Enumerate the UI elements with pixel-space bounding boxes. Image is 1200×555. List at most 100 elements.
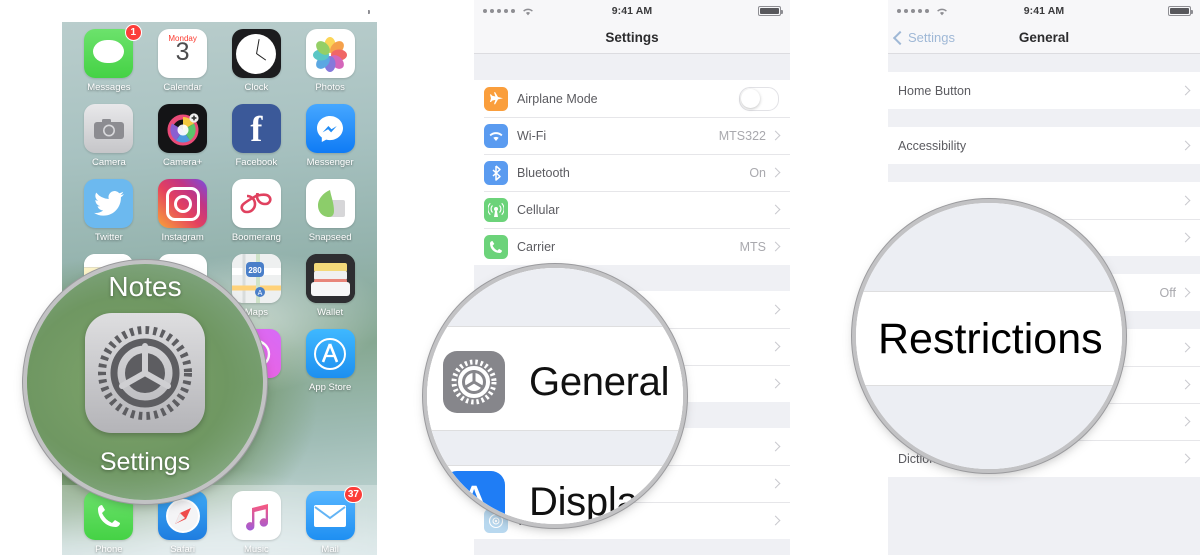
camera-icon [84,104,134,153]
battery-full-icon [758,6,783,16]
app-icon-instagram[interactable]: Instagram [146,179,220,243]
wifi-icon [110,7,122,16]
bluetooth-icon [484,160,508,185]
magnified-row-display[interactable]: A Display [427,471,683,524]
settings-row-bluetooth[interactable]: Bluetooth On [474,154,790,191]
row-value: On [749,165,766,180]
app-label: Safari [170,544,196,555]
cellular-icon [484,197,508,222]
app-icon-music[interactable]: Music [220,491,294,555]
app-icon-messenger[interactable]: Messenger [293,104,367,168]
battery-full-icon [345,6,370,16]
app-label: Messenger [306,157,354,168]
magnified-notes-label: Notes [108,271,182,303]
settings-gear-icon [443,351,505,413]
app-icon-messages[interactable]: 1 Messages [72,24,146,93]
app-label: Phone [95,544,123,555]
list-section-gap [888,54,1200,72]
settings-row-cellular[interactable]: Cellular [474,191,790,228]
magnified-row-restrictions[interactable]: Restrictions [878,299,1122,379]
magnifier-restrictions-row: Restrictions [856,203,1122,469]
chevron-right-icon [770,341,781,352]
app-icon-mail[interactable]: 37 Mail [293,486,367,555]
back-button-settings[interactable]: Settings [888,30,955,45]
app-icon-wallet[interactable]: Wallet [293,254,367,318]
magnified-row-general[interactable]: General [427,336,683,428]
magnified-separator [427,326,683,327]
snapseed-icon [305,179,355,228]
app-icon-boomerang[interactable]: Boomerang [220,179,294,243]
settings-row-wifi[interactable]: Wi-Fi MTS322 [474,117,790,154]
badge-messages: 1 [124,24,142,41]
settings-row-airplane-mode[interactable]: Airplane Mode [474,80,790,117]
app-label: Camera+ [162,157,203,168]
instagram-icon [158,179,208,228]
magnified-row-label: Restrictions [878,314,1103,363]
general-group-about: Home Button [888,72,1200,109]
camera-plus-icon [158,104,208,153]
chevron-right-icon [1180,287,1191,298]
status-bar: 9:41 AM [888,0,1200,22]
app-label: Snapseed [308,232,352,243]
magnifier-settings-app: Notes Settings [27,264,263,500]
clock-icon [231,29,281,78]
calendar-icon: Monday 3 [158,29,208,78]
app-label: Calendar [163,82,202,93]
app-label: Instagram [161,232,204,243]
app-label: Facebook [235,157,278,168]
chevron-right-icon [770,204,781,215]
row-label: Cellular [517,202,560,217]
list-section-gap [888,477,1200,495]
magnified-row-label: General [529,359,670,404]
app-icon-snapseed[interactable]: Snapseed [293,179,367,243]
magnified-separator [427,465,683,466]
app-label: App Store [309,382,352,393]
chevron-left-icon [892,30,908,45]
page-title: Settings [605,30,659,45]
row-label: Carrier [517,239,556,254]
app-icon-calendar[interactable]: Monday 3 Calendar [146,29,220,93]
app-store-icon [305,329,355,378]
app-label: Music [243,544,269,555]
app-label: Camera [91,157,126,168]
app-icon-phone[interactable]: Phone [72,491,146,555]
app-label: Boomerang [231,232,281,243]
app-icon-facebook[interactable]: f Facebook [220,104,294,168]
magnified-section-gap [427,431,683,465]
chevron-right-icon [1180,140,1191,151]
row-label: Accessibility [898,138,967,153]
back-button-label: Settings [908,30,955,45]
app-icon-safari[interactable]: Safari [146,491,220,555]
chevron-right-icon [770,304,781,315]
screenshot-stage: 9:41 AM 1 Messages Monday 3 Calendar Clo… [0,0,1200,555]
wifi-icon [522,7,534,16]
settings-gear-icon[interactable] [85,312,205,433]
general-row-home-button[interactable]: Home Button [888,72,1200,109]
app-icon-twitter[interactable]: Twitter [72,179,146,243]
magnifier-general-row: General A Display [427,268,683,524]
app-icon-clock[interactable]: Clock [220,29,294,93]
twitter-icon [84,179,134,228]
settings-row-carrier[interactable]: Carrier MTS [474,228,790,265]
chevron-right-icon [1180,232,1191,243]
photos-icon [305,29,355,78]
row-value: Off [1159,285,1176,300]
chevron-right-icon [770,478,781,489]
row-label: Wi-Fi [517,128,547,143]
app-icon-camera[interactable]: Camera [72,104,146,168]
app-icon-camera-plus[interactable]: Camera+ [146,104,220,168]
app-icon-app-store[interactable]: App Store [293,329,367,393]
calendar-date: 3 [175,38,190,66]
magnified-app-label: Settings [99,448,191,477]
general-row-accessibility[interactable]: Accessibility [888,127,1200,164]
boomerang-icon [231,179,281,228]
row-value: MTS322 [718,128,766,143]
chevron-right-icon [1180,379,1191,390]
app-icon-photos[interactable]: Photos [293,29,367,93]
list-section-gap [474,54,790,80]
airplane-mode-toggle[interactable] [739,86,779,111]
chevron-right-icon [770,130,781,141]
chevron-right-icon [1180,195,1191,206]
app-label: Wallet [317,307,344,318]
status-bar: 9:41 AM [474,0,790,22]
